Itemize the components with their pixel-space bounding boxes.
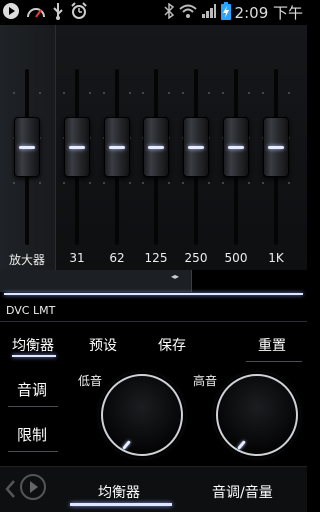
bottom-tab-underline xyxy=(70,503,172,506)
scale-dot xyxy=(248,92,250,94)
divider xyxy=(8,451,58,452)
tab-tone-volume[interactable]: 音调/音量 xyxy=(212,482,273,502)
save-button[interactable]: 保存 xyxy=(158,335,186,355)
scale-dot xyxy=(63,92,65,94)
scale-dot xyxy=(13,92,15,94)
band-scroller[interactable]: ◂▸ xyxy=(0,270,307,292)
signal-icon xyxy=(201,3,217,23)
eq-slider-knob[interactable] xyxy=(64,117,90,177)
scale-dot xyxy=(222,92,224,94)
tab-equalizer-underline xyxy=(12,355,56,357)
eq-slider-knob[interactable] xyxy=(183,117,209,177)
usb-icon xyxy=(52,2,64,24)
alarm-icon xyxy=(70,1,88,24)
scale-dot xyxy=(208,92,210,94)
scale-dot xyxy=(39,92,41,94)
treble-dial[interactable] xyxy=(216,374,298,456)
knob-indicator xyxy=(19,146,35,149)
scale-dot xyxy=(168,182,170,184)
scale-dot xyxy=(39,182,41,184)
scale-dot xyxy=(142,182,144,184)
scale-dot xyxy=(63,182,65,184)
scale-dot xyxy=(168,92,170,94)
scale-dot xyxy=(103,182,105,184)
scale-dot xyxy=(129,182,131,184)
band-label: 1K xyxy=(268,251,284,265)
scale-dot xyxy=(262,182,264,184)
band-label: 62 xyxy=(109,251,125,265)
eq-slider-knob[interactable] xyxy=(14,117,40,177)
preset-button[interactable]: 预设 xyxy=(89,335,117,355)
scroll-arrows-icon: ◂▸ xyxy=(171,272,180,281)
play-icon xyxy=(2,2,20,24)
treble-dial-indicator xyxy=(237,440,246,450)
eq-slider-knob[interactable] xyxy=(263,117,289,177)
scale-dot xyxy=(208,182,210,184)
chevron-left-icon[interactable] xyxy=(4,479,16,503)
knob-indicator xyxy=(148,146,164,149)
eq-slider-knob[interactable] xyxy=(223,117,249,177)
knob-indicator xyxy=(268,146,284,149)
bass-dial-indicator xyxy=(122,440,131,450)
scale-dot xyxy=(129,92,131,94)
scale-dot xyxy=(103,92,105,94)
knob-indicator xyxy=(109,146,125,149)
treble-label: 高音 xyxy=(193,374,218,388)
reset-underline xyxy=(246,361,302,362)
dvc-limit-label: DVC LMT xyxy=(6,304,56,317)
band-label: 500 xyxy=(224,251,248,265)
battery-charging-icon xyxy=(220,1,231,24)
divider xyxy=(8,406,58,407)
scale-dot xyxy=(288,182,290,184)
band-label: 放大器 xyxy=(8,253,45,267)
band-label: 125 xyxy=(144,251,168,265)
scale-dot xyxy=(89,182,91,184)
side-item-limit[interactable]: 限制 xyxy=(0,424,64,445)
scale-dot xyxy=(262,92,264,94)
divider xyxy=(0,321,307,322)
gauge-icon xyxy=(26,3,46,23)
eq-slider-knob[interactable] xyxy=(143,117,169,177)
tab-equalizer[interactable]: 均衡器 xyxy=(12,335,54,355)
eq-slider-knob[interactable] xyxy=(104,117,130,177)
scale-dot xyxy=(182,182,184,184)
knob-indicator xyxy=(188,146,204,149)
scale-dot xyxy=(89,92,91,94)
scale-dot xyxy=(13,182,15,184)
clock: 2:09 下午 xyxy=(234,4,303,22)
knob-indicator xyxy=(228,146,244,149)
bass-dial[interactable] xyxy=(101,374,183,456)
knob-indicator xyxy=(69,146,85,149)
bass-label: 低音 xyxy=(78,374,103,388)
scale-dot xyxy=(248,182,250,184)
scale-dot xyxy=(182,92,184,94)
bluetooth-icon xyxy=(163,2,175,23)
nav-circle-button[interactable] xyxy=(20,474,46,500)
scale-dot xyxy=(142,92,144,94)
scale-dot xyxy=(288,92,290,94)
scroller-indicator xyxy=(4,293,303,295)
tab-equalizer-bottom[interactable]: 均衡器 xyxy=(98,482,140,502)
band-label: 250 xyxy=(184,251,208,265)
side-item-tone[interactable]: 音调 xyxy=(0,379,64,400)
reset-button[interactable]: 重置 xyxy=(258,335,286,355)
status-bar: 2:09 下午 xyxy=(0,0,307,25)
scroller-thumb[interactable] xyxy=(0,270,192,292)
scale-dot xyxy=(222,182,224,184)
wifi-icon xyxy=(178,3,197,23)
band-label: 31 xyxy=(69,251,85,265)
